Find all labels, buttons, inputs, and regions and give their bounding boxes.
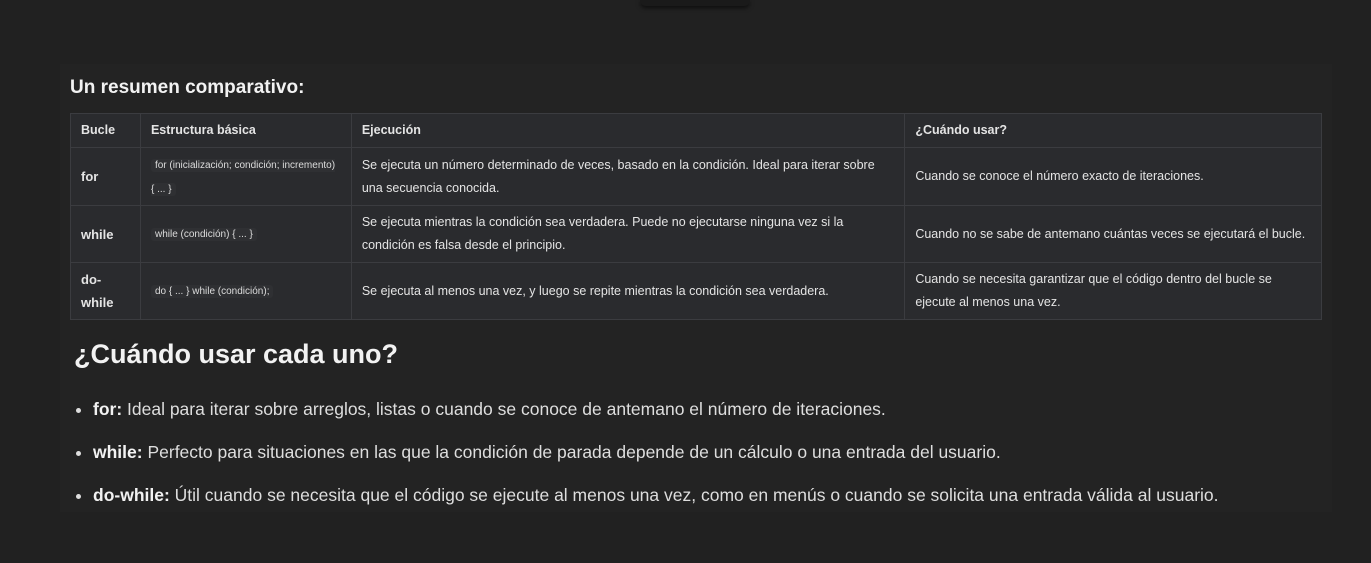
table-row: do-while do { ... } while (condición); S… bbox=[70, 262, 1322, 320]
code-snippet: for (inicialización; condición; incremen… bbox=[150, 158, 336, 196]
table-row: while while (condición) { ... } Se ejecu… bbox=[70, 205, 1322, 263]
list-item-term: do-while: bbox=[93, 485, 170, 505]
list-item-text: Ideal para iterar sobre arreglos, listas… bbox=[122, 399, 886, 419]
code-snippet: while (condición) { ... } bbox=[150, 228, 257, 241]
table-header-row: Bucle Estructura básica Ejecución ¿Cuánd… bbox=[70, 113, 1322, 148]
loop-name-cell: while bbox=[70, 205, 141, 263]
top-edge-shadow bbox=[640, 0, 750, 6]
structure-cell: for (inicialización; condición; incremen… bbox=[139, 147, 352, 206]
list-item: do-while: Útil cuando se necesita que el… bbox=[93, 480, 1219, 523]
execution-cell: Se ejecuta mientras la condición sea ver… bbox=[350, 205, 906, 263]
structure-cell: while (condición) { ... } bbox=[139, 205, 352, 263]
comparison-table: Bucle Estructura básica Ejecución ¿Cuánd… bbox=[70, 113, 1322, 320]
column-header-loop: Bucle bbox=[70, 113, 141, 148]
message-content: Un resumen comparativo: Bucle Estructura… bbox=[60, 64, 1332, 512]
column-header-execution: Ejecución bbox=[350, 113, 906, 148]
list-item-text: Perfecto para situaciones en las que la … bbox=[142, 442, 1001, 462]
when-cell: Cuando se conoce el número exacto de ite… bbox=[904, 147, 1322, 206]
execution-cell: Se ejecuta un número determinado de vece… bbox=[350, 147, 906, 206]
column-header-when: ¿Cuándo usar? bbox=[904, 113, 1322, 148]
when-cell: Cuando se necesita garantizar que el cód… bbox=[904, 262, 1322, 320]
list-item: for: Ideal para iterar sobre arreglos, l… bbox=[93, 394, 1219, 437]
usage-list: for: Ideal para iterar sobre arreglos, l… bbox=[70, 394, 1219, 523]
when-cell: Cuando no se sabe de antemano cuántas ve… bbox=[904, 205, 1322, 263]
list-item-term: for: bbox=[93, 399, 123, 419]
loop-name-cell: for bbox=[70, 147, 141, 206]
loop-name-cell: do-while bbox=[70, 262, 141, 320]
list-item-term: while: bbox=[93, 442, 143, 462]
column-header-structure: Estructura básica bbox=[139, 113, 352, 148]
summary-heading: Un resumen comparativo: bbox=[70, 77, 305, 98]
structure-cell: do { ... } while (condición); bbox=[139, 262, 352, 320]
execution-cell: Se ejecuta al menos una vez, y luego se … bbox=[350, 262, 906, 320]
code-snippet: do { ... } while (condición); bbox=[150, 285, 274, 298]
section-title: ¿Cuándo usar cada uno? bbox=[74, 339, 399, 369]
list-item: while: Perfecto para situaciones en las … bbox=[93, 437, 1219, 480]
list-item-text: Útil cuando se necesita que el código se… bbox=[169, 485, 1219, 505]
table-row: for for (inicialización; condición; incr… bbox=[70, 147, 1322, 206]
